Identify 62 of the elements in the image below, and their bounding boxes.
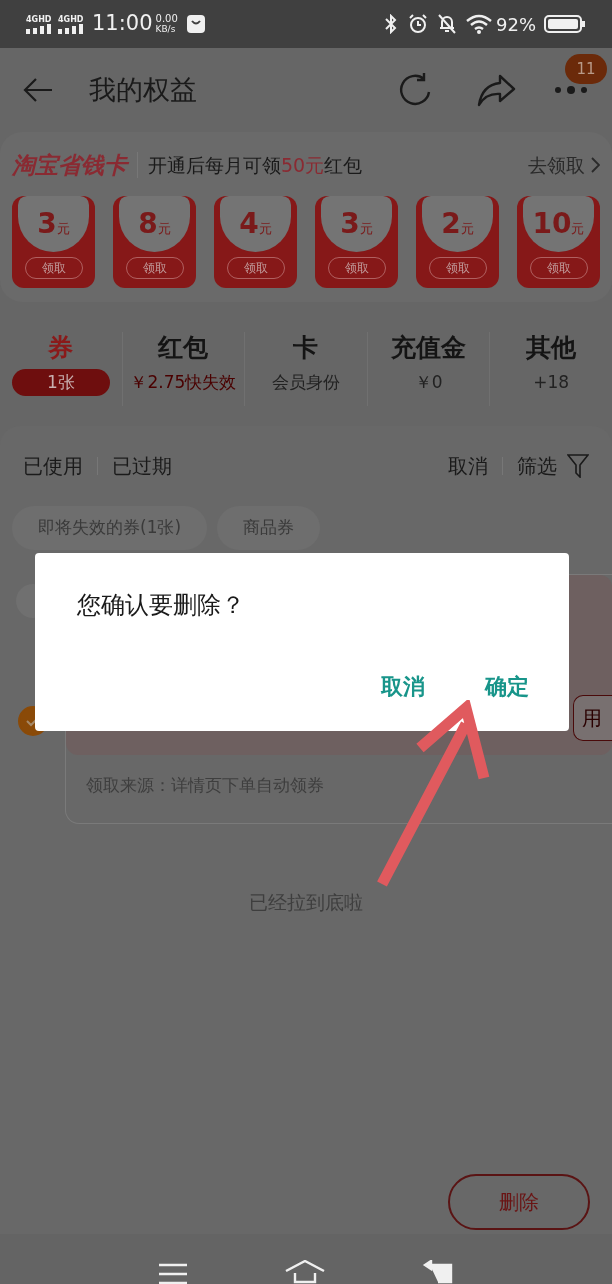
coupon-amount: 10 bbox=[532, 208, 572, 240]
category-subtitle: ￥2.75快失效 bbox=[130, 371, 237, 394]
chevron-right-icon bbox=[591, 157, 600, 173]
wifi-icon bbox=[466, 14, 492, 34]
category-tab[interactable]: 卡 bbox=[293, 332, 319, 364]
coupon-tile[interactable]: 10元 领取 bbox=[517, 196, 600, 288]
category-tab[interactable]: 其他 bbox=[526, 332, 577, 364]
muted-bell-icon bbox=[438, 14, 456, 34]
dialog-button[interactable]: 确定 bbox=[475, 670, 539, 703]
coupon-tile[interactable]: 3元 领取 bbox=[315, 196, 398, 288]
coupon-unit: 元 bbox=[359, 221, 373, 238]
signal-icon bbox=[58, 23, 84, 34]
signal-icon bbox=[26, 23, 52, 34]
network-type-label: 4GHD bbox=[26, 14, 52, 24]
coupon-unit: 元 bbox=[571, 221, 585, 238]
coupon-amount: 4 bbox=[239, 208, 259, 240]
coupon-tile[interactable]: 8元 领取 bbox=[113, 196, 196, 288]
home-icon[interactable] bbox=[284, 1260, 326, 1284]
coupon-unit: 元 bbox=[258, 221, 272, 238]
coupon-tile[interactable]: 4元 领取 bbox=[214, 196, 297, 288]
network-speed: 0.00 bbox=[155, 14, 178, 24]
clock-time: 11:00 bbox=[92, 10, 153, 38]
page-title: 我的权益 bbox=[89, 72, 197, 107]
coupon-tile[interactable]: 2元 领取 bbox=[416, 196, 499, 288]
category-subtitle: +18 bbox=[533, 371, 570, 394]
network-speed-unit: KB/s bbox=[155, 24, 177, 34]
more-icon[interactable] bbox=[554, 83, 590, 97]
dialog-message: 您确认要删除？ bbox=[77, 590, 246, 621]
coupon-tile[interactable]: 3元 领取 bbox=[12, 196, 95, 288]
battery-icon bbox=[544, 15, 586, 33]
shopping-bag-icon bbox=[185, 14, 206, 34]
promo-text: 开通后每月可领50元红包 bbox=[148, 152, 363, 178]
promo-brand: 淘宝省钱卡 bbox=[12, 150, 127, 180]
coupon-amount: 2 bbox=[441, 208, 461, 240]
coupon-amount: 8 bbox=[138, 208, 158, 240]
category-subtitle: ￥0 bbox=[414, 371, 443, 394]
share-icon[interactable] bbox=[476, 72, 516, 108]
coupon-unit: 元 bbox=[157, 221, 171, 238]
alarm-icon bbox=[408, 14, 428, 34]
delete-button[interactable]: 删除 bbox=[448, 1174, 590, 1230]
count-pill: 1张 bbox=[11, 369, 110, 396]
dialog-button[interactable]: 取消 bbox=[371, 670, 435, 703]
back-nav-icon[interactable] bbox=[422, 1260, 454, 1284]
cancel-link[interactable]: 取消 bbox=[448, 451, 488, 481]
filter-tab[interactable]: 已使用 bbox=[23, 451, 83, 481]
menu-icon[interactable] bbox=[158, 1262, 188, 1284]
notification-badge: 11 bbox=[565, 54, 607, 84]
filter-icon bbox=[567, 454, 589, 478]
category-tab[interactable]: 红包 bbox=[158, 332, 209, 364]
filter-tab[interactable]: 已过期 bbox=[112, 451, 172, 481]
battery-percentage: 92% bbox=[496, 12, 536, 37]
network-type-label: 4GHD bbox=[58, 14, 84, 24]
category-subtitle: 会员身份 bbox=[272, 371, 340, 394]
coupon-unit: 元 bbox=[56, 221, 70, 238]
claim-link[interactable]: 去领取 bbox=[528, 150, 600, 180]
coupon-unit: 元 bbox=[460, 221, 474, 238]
coupon-amount: 3 bbox=[340, 208, 360, 240]
filter-button[interactable]: 筛选 bbox=[517, 451, 589, 481]
bluetooth-icon bbox=[384, 14, 398, 34]
use-button[interactable]: 用 bbox=[573, 695, 612, 741]
category-tab[interactable]: 充值金 bbox=[391, 332, 467, 364]
coupon-amount: 3 bbox=[37, 208, 57, 240]
